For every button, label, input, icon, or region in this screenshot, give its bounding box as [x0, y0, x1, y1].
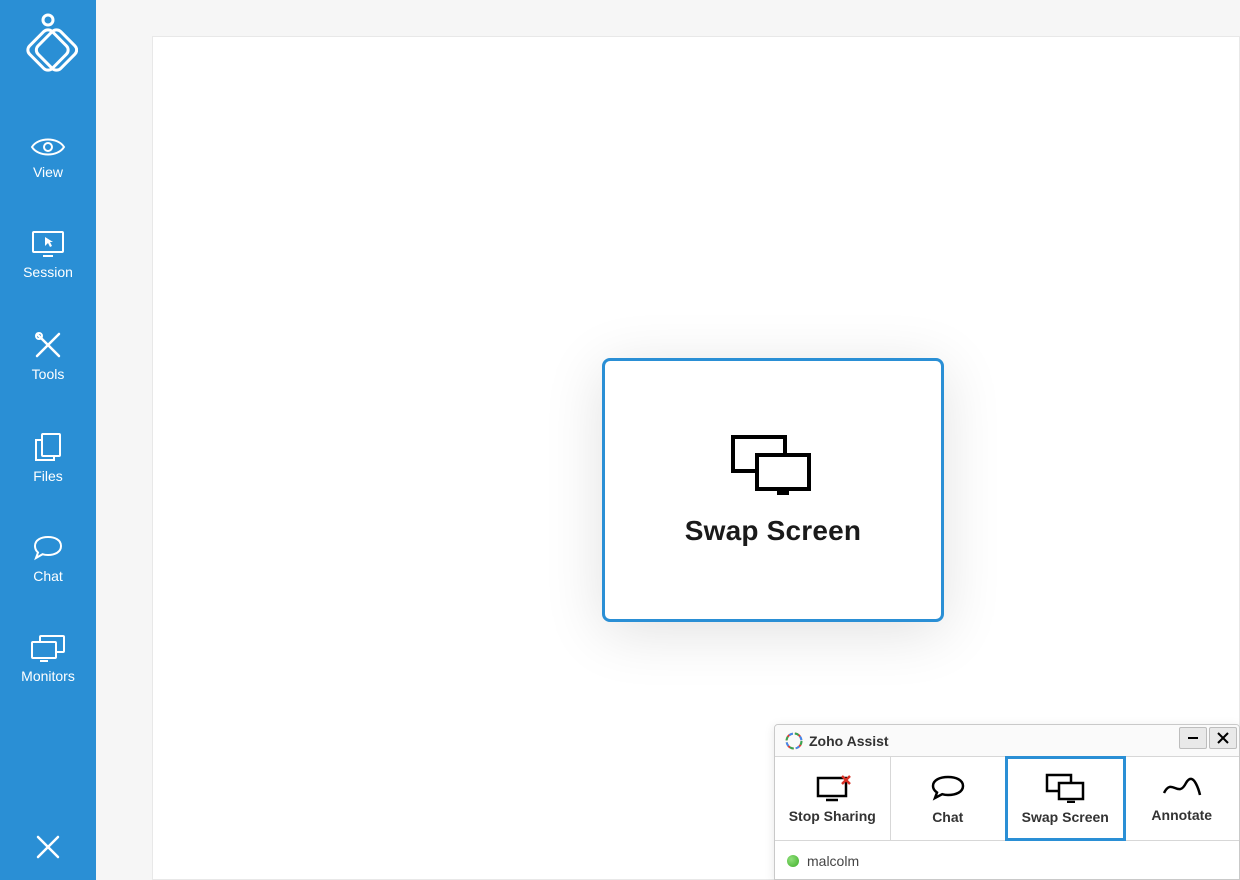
- tab-swap-screen[interactable]: Swap Screen: [1005, 756, 1126, 841]
- sidebar-item-label: Monitors: [21, 668, 75, 684]
- monitor-cursor-icon: [31, 230, 65, 258]
- swap-screen-card[interactable]: Swap Screen: [602, 358, 944, 622]
- swap-screen-card-title: Swap Screen: [685, 515, 862, 547]
- sidebar-item-label: Tools: [32, 366, 65, 382]
- sidebar-item-label: Chat: [33, 568, 63, 584]
- swap-screen-icon: [727, 433, 819, 497]
- tab-label: Chat: [932, 809, 963, 825]
- close-icon: [1217, 732, 1229, 744]
- window-controls: [1179, 727, 1237, 749]
- tab-label: Annotate: [1151, 807, 1212, 823]
- tab-label: Swap Screen: [1022, 809, 1109, 825]
- sidebar-item-label: Files: [33, 468, 63, 484]
- swap-screen-icon: [1043, 773, 1087, 803]
- assist-panel-title: Zoho Assist: [809, 733, 889, 749]
- assist-panel: Zoho Assist: [774, 724, 1240, 880]
- tab-stop-sharing[interactable]: Stop Sharing: [775, 757, 891, 840]
- assist-panel-footer: malcolm: [775, 841, 1239, 880]
- sidebar-item-label: View: [33, 164, 63, 180]
- app-logo: [18, 12, 78, 76]
- stop-sharing-icon: [812, 774, 852, 802]
- close-button[interactable]: [0, 834, 96, 860]
- status-online-icon: [787, 855, 799, 867]
- sidebar-item-label: Session: [23, 264, 73, 280]
- eye-icon: [30, 136, 66, 158]
- assist-panel-tabs: Stop Sharing Chat Swap Screen: [775, 757, 1239, 841]
- tools-icon: [33, 330, 63, 360]
- sidebar: View Session Tools: [0, 0, 96, 880]
- close-window-button[interactable]: [1209, 727, 1237, 749]
- minimize-button[interactable]: [1179, 727, 1207, 749]
- monitors-icon: [30, 634, 66, 662]
- tab-annotate[interactable]: Annotate: [1125, 757, 1240, 840]
- sidebar-item-session[interactable]: Session: [0, 230, 96, 280]
- sidebar-item-view[interactable]: View: [0, 136, 96, 180]
- chat-icon: [31, 534, 65, 562]
- sidebar-item-chat[interactable]: Chat: [0, 534, 96, 584]
- sidebar-item-tools[interactable]: Tools: [0, 330, 96, 382]
- zoho-logo-icon: [785, 732, 803, 750]
- files-icon: [32, 432, 64, 462]
- minimize-icon: [1187, 732, 1199, 744]
- assist-panel-titlebar[interactable]: Zoho Assist: [775, 725, 1239, 757]
- tab-label: Stop Sharing: [789, 808, 876, 824]
- chat-icon: [928, 773, 968, 803]
- user-name: malcolm: [807, 853, 859, 869]
- sidebar-item-files[interactable]: Files: [0, 432, 96, 484]
- sidebar-item-monitors[interactable]: Monitors: [0, 634, 96, 684]
- close-icon: [35, 834, 61, 860]
- tab-chat[interactable]: Chat: [891, 757, 1007, 840]
- annotate-icon: [1160, 775, 1204, 801]
